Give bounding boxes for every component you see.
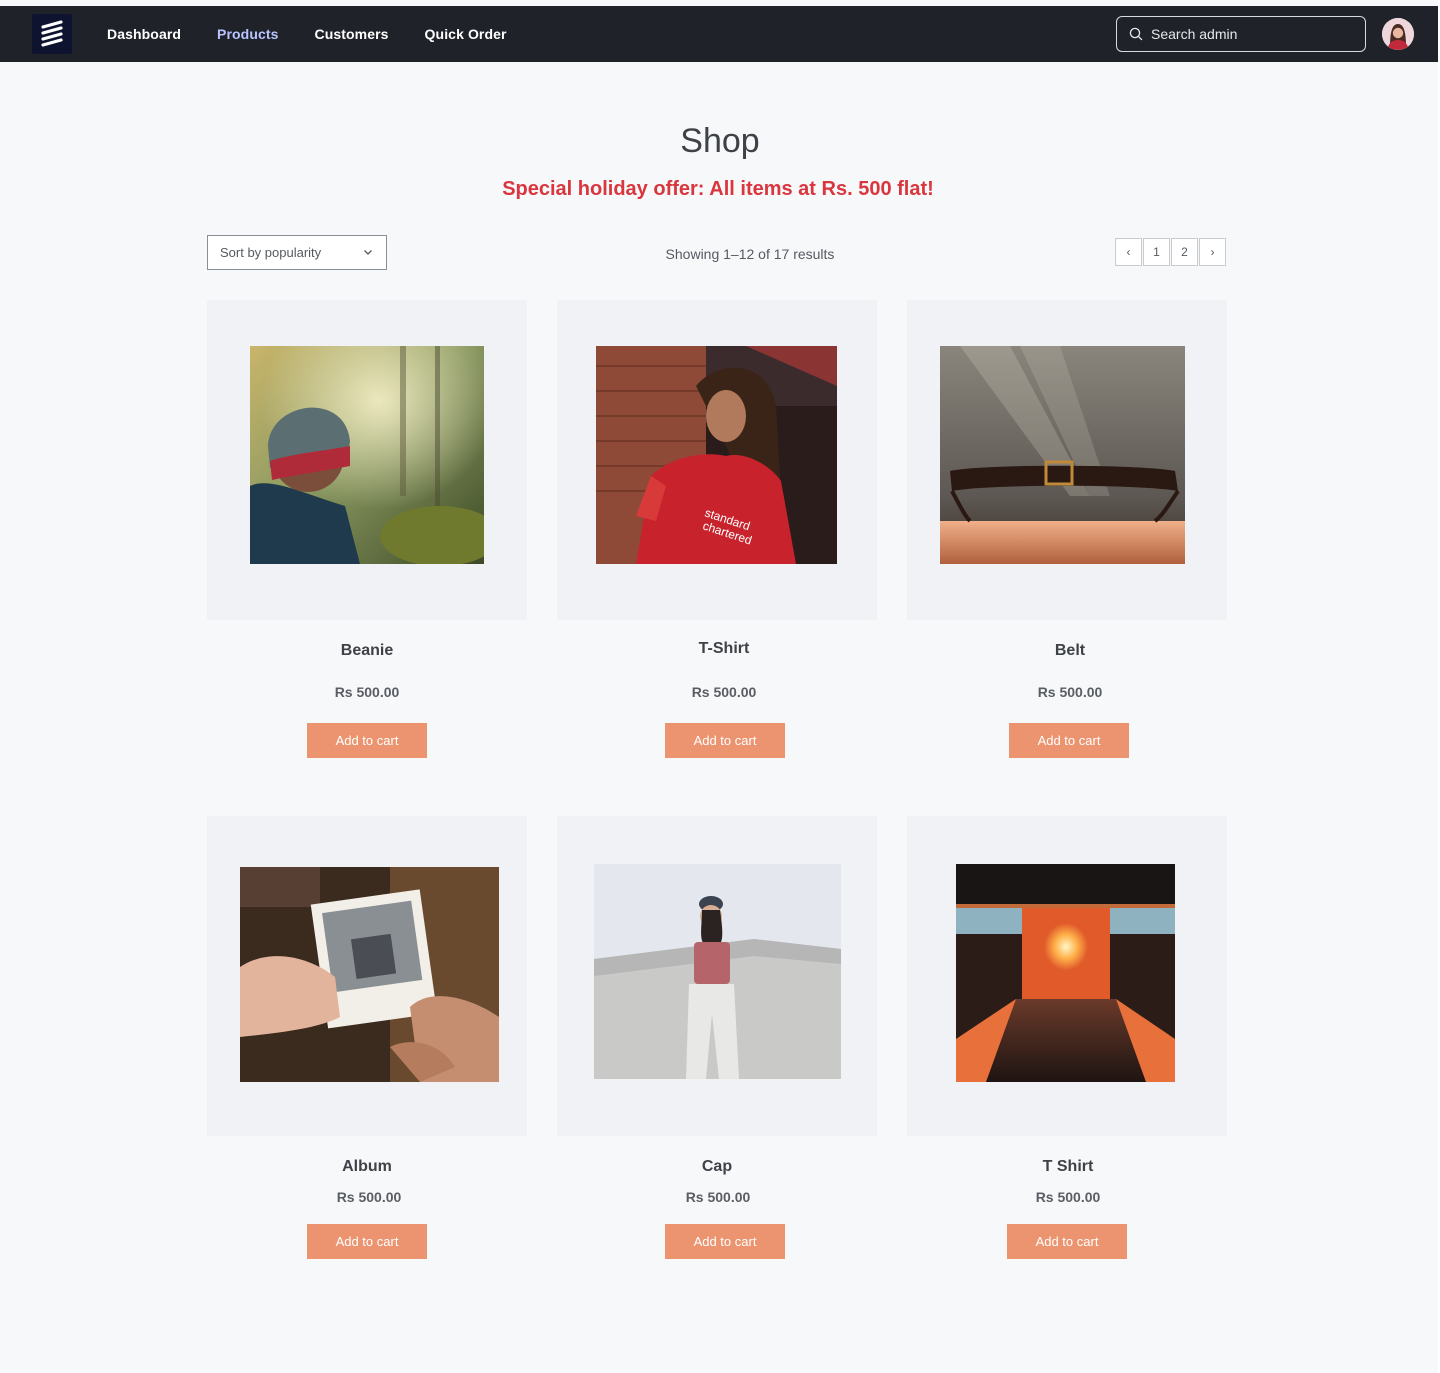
- product-name[interactable]: Beanie: [207, 642, 527, 660]
- product-image[interactable]: [240, 867, 499, 1082]
- logo-icon[interactable]: [32, 14, 72, 54]
- product-card: Belt Rs 500.00 Add to cart: [907, 300, 1227, 758]
- add-to-cart-button[interactable]: Add to cart: [307, 723, 427, 758]
- search-input[interactable]: [1151, 26, 1351, 42]
- product-name[interactable]: T Shirt: [908, 1158, 1228, 1176]
- product-price: Rs 500.00: [336, 1189, 402, 1205]
- nav-quick-order[interactable]: Quick Order: [425, 26, 507, 42]
- sort-selected-value: Sort by popularity: [220, 245, 322, 260]
- product-image-frame: standard chartered: [557, 300, 877, 620]
- product-image-frame: [907, 816, 1227, 1136]
- prev-page-button[interactable]: ‹: [1115, 238, 1142, 266]
- product-card: Album Rs 500.00 Add to cart: [207, 816, 527, 1259]
- add-to-cart-button[interactable]: Add to cart: [1009, 723, 1129, 758]
- nav-dashboard[interactable]: Dashboard: [107, 26, 181, 42]
- product-card: standard chartered T-Shirt Rs 500.00 Add…: [557, 300, 877, 758]
- product-image-frame: [207, 300, 527, 620]
- offer-banner: Special holiday offer: All items at Rs. …: [502, 178, 934, 200]
- product-name[interactable]: Belt: [910, 642, 1230, 660]
- product-image[interactable]: [956, 864, 1175, 1082]
- product-name[interactable]: Cap: [557, 1158, 877, 1176]
- product-image[interactable]: [594, 864, 841, 1079]
- product-card: T Shirt Rs 500.00 Add to cart: [907, 816, 1227, 1259]
- avatar[interactable]: [1382, 18, 1414, 50]
- product-name[interactable]: T-Shirt: [564, 640, 884, 658]
- add-to-cart-button[interactable]: Add to cart: [307, 1224, 427, 1259]
- chevron-down-icon: [364, 250, 372, 255]
- product-card: Cap Rs 500.00 Add to cart: [557, 816, 877, 1259]
- results-count: Showing 1–12 of 17 results: [665, 246, 835, 262]
- product-image-frame: [907, 300, 1227, 620]
- add-to-cart-button[interactable]: Add to cart: [665, 723, 785, 758]
- add-to-cart-button[interactable]: Add to cart: [1007, 1224, 1127, 1259]
- nav-products[interactable]: Products: [217, 26, 278, 42]
- product-price: Rs 500.00: [1037, 684, 1103, 700]
- product-image[interactable]: standard chartered: [596, 346, 837, 564]
- nav-customers[interactable]: Customers: [315, 26, 389, 42]
- search-box[interactable]: [1116, 16, 1366, 52]
- product-price: Rs 500.00: [334, 684, 400, 700]
- pagination: ‹ 1 2 ›: [1115, 238, 1227, 266]
- page-2-button[interactable]: 2: [1171, 238, 1198, 266]
- top-navbar: Dashboard Products Customers Quick Order: [0, 6, 1438, 62]
- product-image[interactable]: [940, 346, 1185, 564]
- next-page-button[interactable]: ›: [1199, 238, 1226, 266]
- page-1-button[interactable]: 1: [1143, 238, 1170, 266]
- product-card: Beanie Rs 500.00 Add to cart: [207, 300, 527, 758]
- product-name[interactable]: Album: [207, 1158, 527, 1176]
- product-price: Rs 500.00: [691, 684, 757, 700]
- product-image-frame: [207, 816, 527, 1136]
- product-price: Rs 500.00: [1035, 1189, 1101, 1205]
- search-icon: [1129, 27, 1143, 41]
- product-price: Rs 500.00: [685, 1189, 751, 1205]
- product-image-frame: [557, 816, 877, 1136]
- add-to-cart-button[interactable]: Add to cart: [665, 1224, 785, 1259]
- sort-select[interactable]: Sort by popularity: [207, 235, 387, 270]
- main-nav: Dashboard Products Customers Quick Order: [107, 6, 543, 62]
- page-title: Shop: [680, 122, 760, 160]
- product-image[interactable]: [250, 346, 484, 564]
